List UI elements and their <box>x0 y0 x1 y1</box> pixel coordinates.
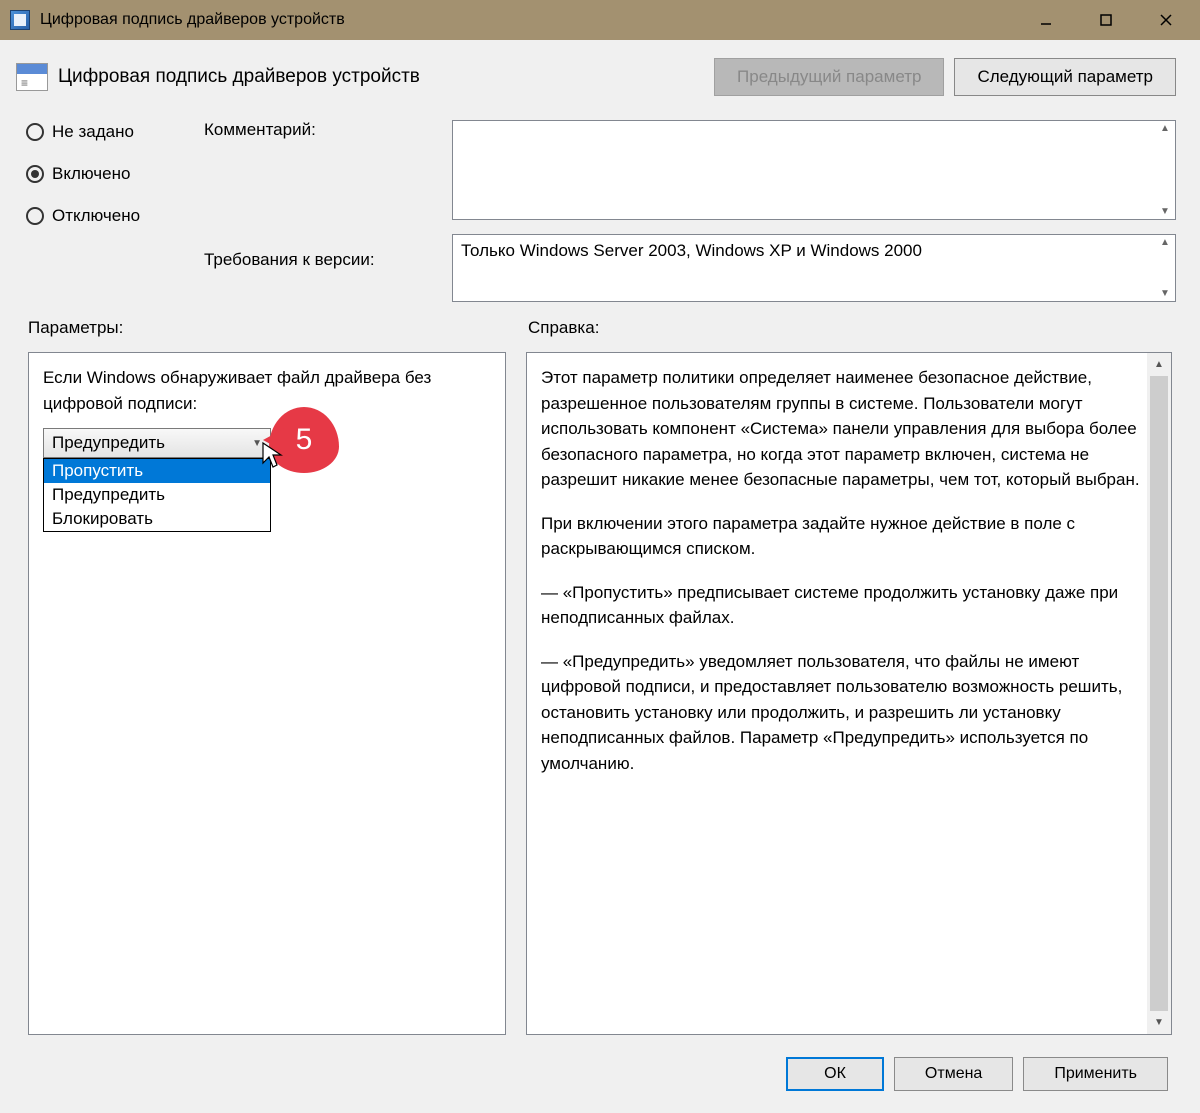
action-dropdown[interactable]: Предупредить ▼ <box>43 428 271 458</box>
header: Цифровая подпись драйверов устройств Пре… <box>14 50 1186 114</box>
titlebar: Цифровая подпись драйверов устройств <box>0 0 1200 40</box>
close-button[interactable] <box>1136 0 1196 40</box>
comment-textbox[interactable]: ▲▼ <box>452 120 1176 220</box>
ok-button[interactable]: ОК <box>786 1057 884 1091</box>
help-paragraph: — «Предупредить» уведомляет пользователя… <box>541 649 1141 777</box>
radio-label: Отключено <box>52 206 140 226</box>
dialog-footer: ОК Отмена Применить <box>14 1045 1186 1103</box>
help-paragraph: — «Пропустить» предписывает системе прод… <box>541 580 1141 631</box>
page-title: Цифровая подпись драйверов устройств <box>58 66 704 88</box>
scroll-up-icon[interactable]: ▲ <box>1158 121 1172 136</box>
scroll-up-icon[interactable]: ▲ <box>1158 235 1172 250</box>
radio-enabled[interactable]: Включено <box>26 164 196 184</box>
scroll-down-icon[interactable]: ▼ <box>1158 286 1172 301</box>
dropdown-option-skip[interactable]: Пропустить <box>44 459 270 483</box>
apply-button[interactable]: Применить <box>1023 1057 1168 1091</box>
scrollbar[interactable]: ▲▼ <box>1155 121 1175 219</box>
help-paragraph: Этот параметр политики определяет наимен… <box>541 365 1141 493</box>
policy-icon <box>16 63 48 91</box>
app-icon <box>10 10 30 30</box>
parameters-label: Параметры: <box>28 318 528 338</box>
help-panel: Этот параметр политики определяет наимен… <box>526 352 1172 1035</box>
scroll-thumb[interactable] <box>1150 376 1168 1011</box>
dropdown-option-warn[interactable]: Предупредить <box>44 483 270 507</box>
version-text: Только Windows Server 2003, Windows XP и… <box>461 241 922 260</box>
radio-label: Не задано <box>52 122 134 142</box>
version-textbox: Только Windows Server 2003, Windows XP и… <box>452 234 1176 302</box>
dropdown-prompt: Если Windows обнаруживает файл драйвера … <box>43 365 491 416</box>
dropdown-selected: Предупредить <box>52 433 165 453</box>
scrollbar[interactable]: ▲ ▼ <box>1147 353 1171 1034</box>
minimize-button[interactable] <box>1016 0 1076 40</box>
radio-label: Включено <box>52 164 130 184</box>
scroll-down-icon[interactable]: ▼ <box>1158 204 1172 219</box>
cancel-button[interactable]: Отмена <box>894 1057 1013 1091</box>
scroll-up-icon[interactable]: ▲ <box>1147 353 1171 376</box>
dropdown-list: Пропустить Предупредить Блокировать <box>43 458 271 532</box>
help-paragraph: При включении этого параметра задайте ну… <box>541 511 1141 562</box>
scrollbar[interactable]: ▲▼ <box>1155 235 1175 301</box>
next-setting-button[interactable]: Следующий параметр <box>954 58 1176 96</box>
help-label: Справка: <box>528 318 599 338</box>
annotation-number: 5 <box>269 407 339 473</box>
scroll-down-icon[interactable]: ▼ <box>1147 1011 1171 1034</box>
annotation-callout: 5 <box>269 407 339 473</box>
policy-dialog: Цифровая подпись драйверов устройств Циф… <box>0 0 1200 1113</box>
parameters-panel: Если Windows обнаруживает файл драйвера … <box>28 352 506 1035</box>
chevron-down-icon: ▼ <box>252 438 262 449</box>
version-label: Требования к версии: <box>204 250 444 270</box>
maximize-button[interactable] <box>1076 0 1136 40</box>
radio-disabled[interactable]: Отключено <box>26 206 196 226</box>
comment-label: Комментарий: <box>204 120 444 140</box>
titlebar-text: Цифровая подпись драйверов устройств <box>40 11 1016 29</box>
radio-not-configured[interactable]: Не задано <box>26 122 196 142</box>
dropdown-option-block[interactable]: Блокировать <box>44 507 270 531</box>
previous-setting-button: Предыдущий параметр <box>714 58 944 96</box>
